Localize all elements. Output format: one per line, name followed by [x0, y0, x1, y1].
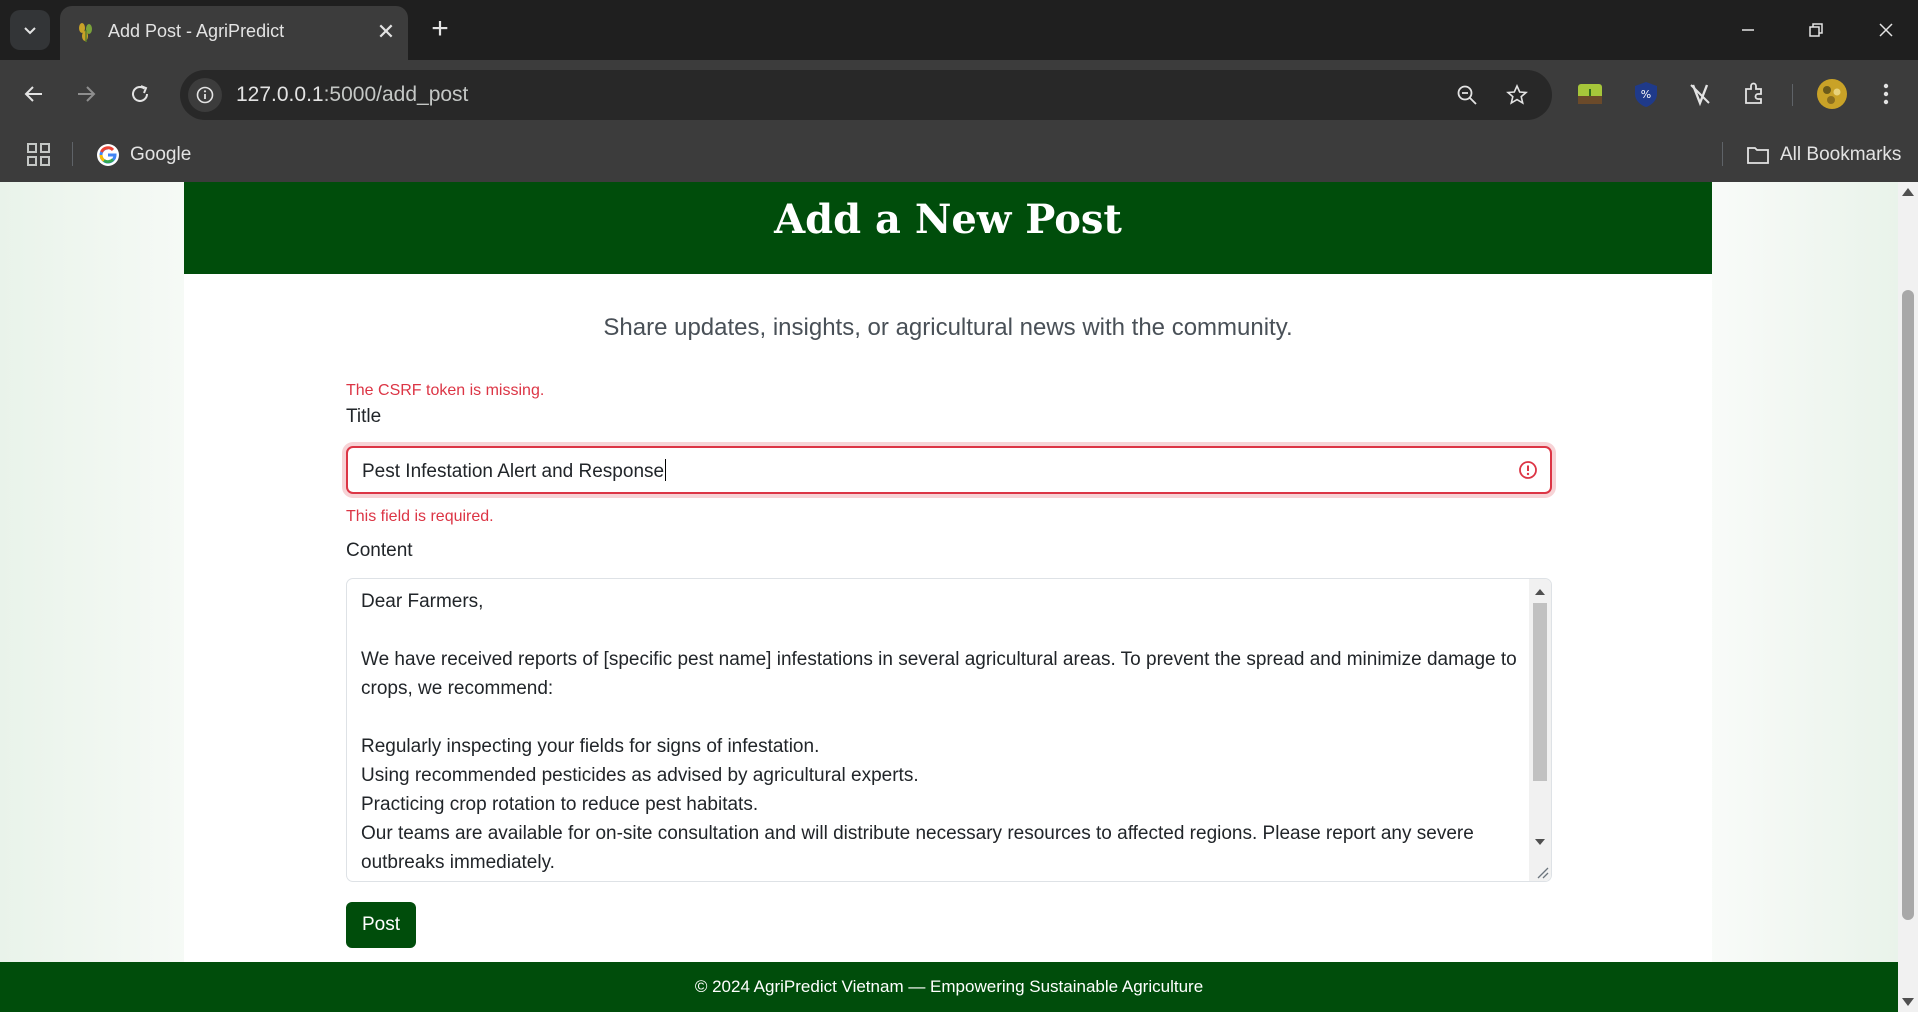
title-label: Title: [346, 406, 382, 427]
profile-avatar[interactable]: [1814, 76, 1850, 112]
minimize-icon[interactable]: [1728, 10, 1768, 50]
extension-plant-icon[interactable]: [1572, 76, 1608, 112]
textarea-scrollbar[interactable]: [1529, 579, 1551, 881]
svg-text:%: %: [1641, 88, 1651, 101]
chevron-down-icon: [24, 27, 36, 35]
bookmark-google[interactable]: Google: [96, 138, 191, 172]
zoom-icon[interactable]: [1450, 78, 1484, 112]
address-bar[interactable]: 127.0.0.1:5000/add_post: [180, 70, 1552, 120]
bookmarks-divider: [72, 142, 73, 166]
extensions-puzzle-icon[interactable]: [1736, 76, 1772, 112]
textarea-scroll-thumb[interactable]: [1533, 603, 1547, 781]
extension-ribbon-icon[interactable]: [1682, 76, 1718, 112]
back-icon[interactable]: [14, 74, 54, 114]
tab-title: Add Post - AgriPredict: [108, 21, 285, 41]
google-logo-icon: [97, 144, 119, 166]
scroll-down-icon[interactable]: [1902, 998, 1914, 1006]
page-header: Add a New Post: [184, 182, 1712, 274]
page-footer: © 2024 AgriPredict Vietnam — Empowering …: [0, 962, 1898, 1012]
title-error-message: This field is required.: [346, 508, 494, 525]
bookmark-google-label: Google: [130, 144, 192, 165]
scroll-down-icon[interactable]: [1535, 839, 1545, 845]
tab-strip: Add Post - AgriPredict ✕ +: [0, 0, 1918, 60]
extension-shield-icon[interactable]: %: [1628, 76, 1664, 112]
tab-search-button[interactable]: [10, 10, 50, 50]
resize-handle-icon[interactable]: [1535, 865, 1549, 879]
site-info-icon[interactable]: [188, 78, 222, 112]
apps-grid-icon[interactable]: [24, 140, 54, 170]
restore-icon[interactable]: [1796, 10, 1836, 50]
content-label: Content: [346, 540, 413, 561]
post-submit-button[interactable]: Post: [346, 902, 416, 948]
csrf-error-message: The CSRF token is missing.: [346, 382, 545, 399]
url-text: 127.0.0.1:5000/add_post: [236, 83, 468, 107]
bookmarks-divider: [1722, 142, 1723, 166]
folder-icon: [1747, 147, 1769, 164]
invalid-field-icon: [1519, 461, 1537, 479]
footer-text: © 2024 AgriPredict Vietnam — Empowering …: [694, 977, 1204, 996]
all-bookmarks-label: All Bookmarks: [1780, 144, 1902, 165]
url-host: 127.0.0.1: [236, 83, 324, 106]
browser-toolbar: 127.0.0.1:5000/add_post %: [0, 60, 1918, 128]
menu-kebab-icon[interactable]: [1868, 76, 1904, 112]
toolbar-divider: [1792, 84, 1793, 106]
post-card: Add a New Post Share updates, insights, …: [184, 182, 1712, 962]
page-title: Add a New Post: [774, 196, 1122, 243]
wheat-icon: [79, 23, 92, 42]
all-bookmarks-button[interactable]: All Bookmarks: [1746, 138, 1901, 172]
reload-icon[interactable]: [120, 74, 160, 114]
browser-tab[interactable]: Add Post - AgriPredict ✕: [60, 6, 408, 60]
url-path: :5000/add_post: [323, 83, 469, 106]
page-subtitle: Share updates, insights, or agricultural…: [603, 314, 1293, 341]
new-tab-button[interactable]: +: [424, 14, 456, 46]
tab-close-icon[interactable]: ✕: [374, 20, 398, 44]
scroll-up-icon[interactable]: [1535, 589, 1545, 595]
page-scrollbar[interactable]: [1898, 182, 1918, 1012]
bookmark-star-icon[interactable]: [1500, 78, 1534, 112]
content-textarea[interactable]: Dear Farmers, We have received reports o…: [346, 578, 1552, 882]
scroll-up-icon[interactable]: [1902, 188, 1914, 196]
title-input-value: Pest Infestation Alert and Response: [362, 461, 665, 482]
page-viewport: Add a New Post Share updates, insights, …: [0, 182, 1898, 1012]
forward-icon[interactable]: [66, 74, 106, 114]
content-textarea-value: Dear Farmers, We have received reports o…: [361, 591, 1517, 873]
title-input[interactable]: Pest Infestation Alert and Response: [346, 446, 1552, 494]
bookmarks-bar: Google All Bookmarks: [0, 128, 1918, 182]
page-scroll-thumb[interactable]: [1902, 290, 1914, 920]
close-window-icon[interactable]: [1866, 10, 1906, 50]
